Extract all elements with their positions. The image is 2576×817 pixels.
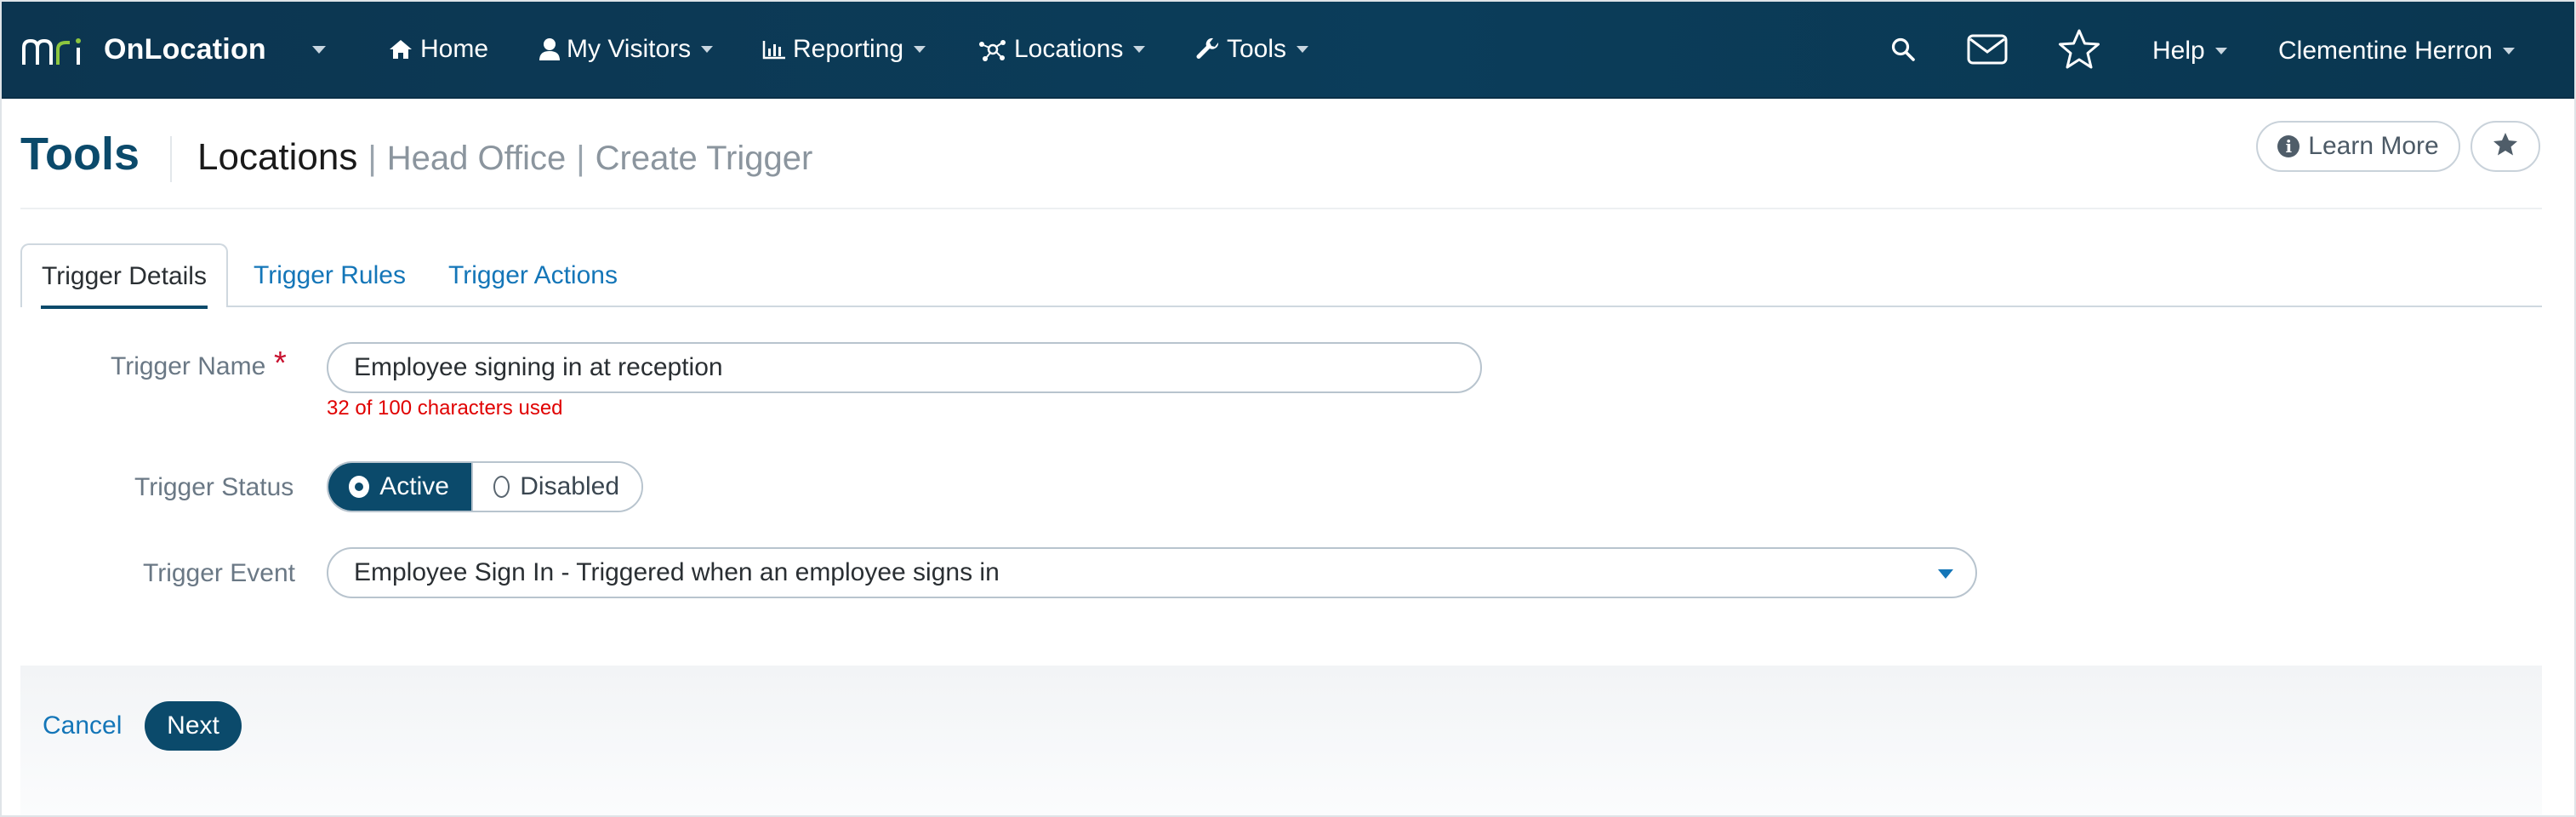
messages-button[interactable] <box>1967 2 2008 100</box>
bar-chart-icon <box>762 39 786 60</box>
radio-unselected-icon <box>493 476 510 498</box>
nav-label-tools: Tools <box>1227 35 1287 63</box>
user-icon <box>539 37 560 61</box>
star-icon <box>2057 28 2101 75</box>
breadcrumb-create-trigger: Create Trigger <box>595 140 813 177</box>
status-disabled-label: Disabled <box>520 472 619 500</box>
breadcrumb-head-office[interactable]: Head Office <box>387 140 567 178</box>
chevron-down-icon <box>914 46 926 53</box>
tab-trigger-actions[interactable]: Trigger Actions <box>448 243 618 307</box>
form-footer <box>20 666 2542 815</box>
learn-more-button[interactable]: i Learn More <box>2256 121 2460 172</box>
trigger-event-label: Trigger Event <box>143 559 295 587</box>
wrench-icon <box>1196 37 1220 61</box>
tab-label: Trigger Actions <box>448 260 618 289</box>
nav-label-my-visitors: My Visitors <box>567 35 692 63</box>
tab-label: Trigger Rules <box>254 260 406 289</box>
nav-label-locations: Locations <box>1014 35 1124 63</box>
breadcrumb-separator: | <box>576 140 585 177</box>
info-icon: i <box>2277 135 2300 157</box>
favorites-button[interactable] <box>2057 2 2101 100</box>
chevron-down-icon <box>1297 46 1309 53</box>
trigger-event-value: Employee Sign In - Triggered when an emp… <box>354 558 1000 586</box>
trigger-status-toggle: Active Disabled <box>327 461 643 512</box>
network-icon <box>978 37 1007 61</box>
header-divider-line <box>20 208 2542 209</box>
cancel-button[interactable]: Cancel <box>43 711 122 740</box>
top-navbar: OnLocation Home My Visitors Reporting Lo… <box>0 0 2576 99</box>
star-icon <box>2493 132 2518 161</box>
trigger-status-label: Trigger Status <box>134 473 294 501</box>
chevron-down-icon <box>1938 569 1953 579</box>
search-icon <box>1890 37 1916 66</box>
radio-selected-icon <box>349 476 370 498</box>
required-indicator: * <box>274 346 287 381</box>
favorite-page-button[interactable] <box>2471 121 2540 172</box>
nav-item-my-visitors[interactable]: My Visitors <box>539 0 714 99</box>
nav-item-locations[interactable]: Locations <box>978 0 1146 99</box>
brand[interactable]: OnLocation <box>22 0 326 99</box>
tab-trigger-rules[interactable]: Trigger Rules <box>254 243 406 307</box>
trigger-name-value: Employee signing in at reception <box>354 353 723 381</box>
status-disabled-option[interactable]: Disabled <box>471 463 641 511</box>
breadcrumb: Locations | Head Office | Create Trigger <box>197 136 812 179</box>
character-counter: 32 of 100 characters used <box>327 397 563 420</box>
home-icon <box>388 38 413 60</box>
user-name: Clementine Herron <box>2278 37 2493 65</box>
envelope-icon <box>1967 34 2008 69</box>
breadcrumb-locations[interactable]: Locations <box>197 136 357 179</box>
help-label: Help <box>2152 37 2205 65</box>
chevron-down-icon <box>2502 48 2515 54</box>
nav-label-reporting: Reporting <box>793 35 904 63</box>
chevron-down-icon <box>701 46 714 53</box>
learn-more-label: Learn More <box>2308 132 2439 160</box>
chevron-down-icon <box>2214 48 2227 54</box>
page-title: Tools <box>20 129 140 180</box>
trigger-event-select[interactable]: Employee Sign In - Triggered when an emp… <box>327 547 1977 598</box>
next-label: Next <box>167 711 219 740</box>
trigger-name-label: Trigger Name <box>111 352 266 380</box>
header-divider <box>170 136 172 182</box>
search-button[interactable] <box>1890 2 1916 100</box>
user-menu[interactable]: Clementine Herron <box>2278 2 2515 100</box>
status-active-option[interactable]: Active <box>328 463 471 511</box>
next-button[interactable]: Next <box>145 701 242 751</box>
chevron-down-icon <box>1133 46 1146 53</box>
nav-label-home: Home <box>420 35 489 63</box>
chevron-down-icon[interactable] <box>311 45 326 54</box>
brand-name: OnLocation <box>104 32 266 66</box>
help-menu[interactable]: Help <box>2152 2 2227 100</box>
nav-item-reporting[interactable]: Reporting <box>762 0 926 99</box>
breadcrumb-separator: | <box>368 140 377 177</box>
tab-trigger-details[interactable]: Trigger Details <box>20 243 228 309</box>
nav-item-tools[interactable]: Tools <box>1196 0 1309 99</box>
status-active-label: Active <box>379 472 449 500</box>
tab-label: Trigger Details <box>42 261 207 290</box>
mri-logo-icon <box>22 32 85 66</box>
trigger-name-input[interactable]: Employee signing in at reception <box>327 342 1482 393</box>
nav-item-home[interactable]: Home <box>388 0 488 99</box>
